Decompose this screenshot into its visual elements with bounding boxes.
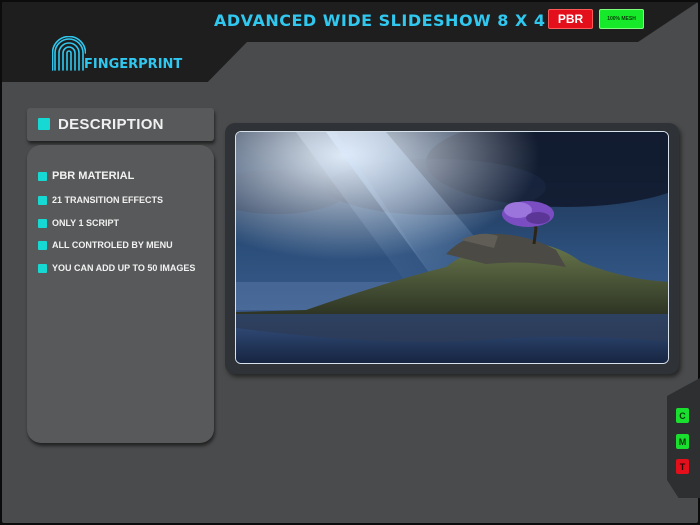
bullet-square-icon <box>38 196 47 205</box>
bullet-square-icon <box>38 118 50 130</box>
landscape-image <box>236 132 668 363</box>
feature-label: ONLY 1 SCRIPT <box>52 218 120 228</box>
c-button[interactable]: C <box>676 408 689 423</box>
fingerprint-icon <box>52 36 86 71</box>
description-header: DESCRIPTION <box>27 108 214 141</box>
description-panel: PBR MATERIAL 21 TRANSITION EFFECTS ONLY … <box>27 145 214 443</box>
mesh-badge: 100% MESH <box>599 9 644 29</box>
slideshow-image <box>235 131 669 364</box>
pbr-badge: PBR <box>548 9 593 29</box>
feature-label: ALL CONTROLED BY MENU <box>52 240 173 250</box>
m-button[interactable]: M <box>676 434 689 449</box>
bullet-square-icon <box>38 264 47 273</box>
t-button[interactable]: T <box>676 459 689 474</box>
feature-label: PBR MATERIAL <box>52 170 135 182</box>
app-title: ADVANCED WIDE SLIDESHOW 8 X 4 <box>214 11 546 30</box>
bullet-square-icon <box>38 172 47 181</box>
description-title: DESCRIPTION <box>58 116 164 133</box>
bullet-square-icon <box>38 219 47 228</box>
brand-name: FINGERPRINT <box>84 57 183 72</box>
feature-label: YOU CAN ADD UP TO 50 IMAGES <box>52 263 196 273</box>
feature-label: 21 TRANSITION EFFECTS <box>52 195 164 205</box>
bullet-square-icon <box>38 241 47 250</box>
